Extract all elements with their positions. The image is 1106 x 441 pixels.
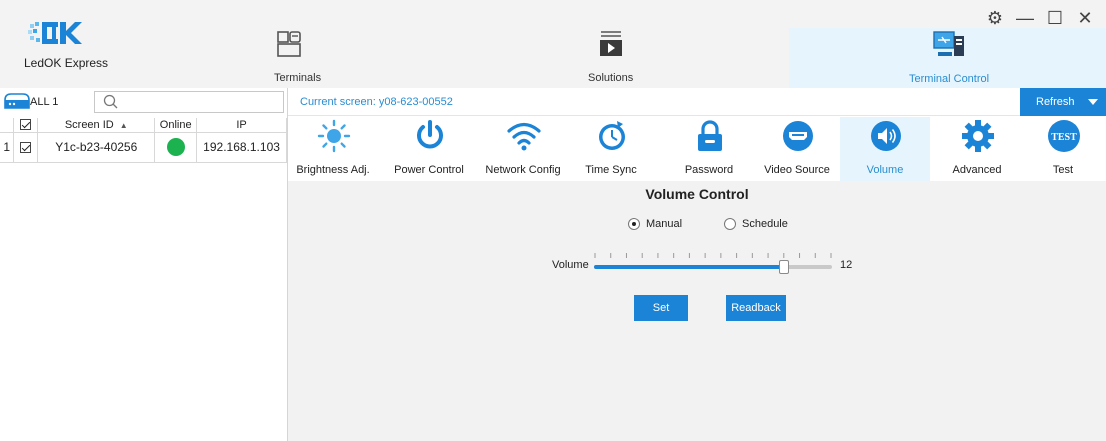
- refresh-button[interactable]: Refresh: [1020, 88, 1106, 116]
- panel-title: Volume Control: [645, 186, 749, 202]
- tab-terminal-control[interactable]: Terminal Control: [789, 28, 1106, 88]
- row-checkbox[interactable]: [13, 132, 39, 163]
- func-password-label: Password: [684, 164, 734, 176]
- table-row[interactable]: 1 Y1c-b23-40256 192.168.1.103: [0, 132, 287, 163]
- hdmi-icon: [783, 121, 813, 151]
- test-badge-text: TEST: [1051, 132, 1077, 143]
- wifi-icon: [507, 122, 541, 151]
- current-screen-bar: Current screen: y08-623-00552 Refresh: [288, 88, 1106, 116]
- search-icon: [103, 94, 118, 109]
- terminal-table: Screen ID ▲ Online IP 1 Y1c-b23-40256 192.1…: [0, 118, 287, 163]
- func-brightness[interactable]: Brightness Adj.: [288, 117, 378, 181]
- func-power-label: Power Control: [394, 164, 464, 176]
- radio-schedule-circle[interactable]: [724, 218, 736, 230]
- radio-schedule-label: Schedule: [742, 218, 788, 230]
- select-all-checkbox[interactable]: [13, 118, 39, 133]
- set-button[interactable]: Set: [634, 295, 688, 321]
- current-screen-label: Current screen: y08-623-00552: [300, 96, 453, 108]
- func-password[interactable]: Password: [664, 117, 754, 181]
- row-index: 1: [0, 132, 15, 163]
- radio-schedule[interactable]: Schedule: [724, 217, 804, 233]
- search-input[interactable]: [123, 93, 281, 111]
- sort-up-icon: ▲: [119, 120, 128, 130]
- func-time-sync-label: Time Sync: [585, 164, 637, 176]
- brightness-icon: [317, 119, 351, 153]
- row-online-status: [154, 132, 198, 163]
- search-box[interactable]: [94, 91, 284, 113]
- function-bar: Brightness Adj. Power Control Network Co…: [288, 117, 1106, 181]
- gear-icon: [962, 120, 994, 152]
- tab-terminals-label: Terminals: [274, 72, 322, 84]
- speaker-icon: [871, 121, 901, 151]
- func-test-label: Test: [1052, 164, 1074, 176]
- func-network-label: Network Config: [485, 164, 561, 176]
- radio-manual[interactable]: Manual: [628, 217, 698, 233]
- terminal-list-toolbar: ALL 1: [0, 88, 287, 116]
- solutions-icon: [600, 31, 622, 56]
- group-label: ALL 1: [30, 96, 59, 108]
- online-status-icon: [166, 138, 185, 156]
- volume-slider[interactable]: [594, 251, 832, 274]
- func-network-config[interactable]: Network Config: [478, 117, 568, 181]
- func-brightness-label: Brightness Adj.: [296, 164, 370, 176]
- volume-label: Volume: [552, 259, 589, 271]
- online-header[interactable]: Online: [154, 118, 198, 133]
- func-advanced[interactable]: Advanced: [932, 117, 1022, 181]
- refresh-label: Refresh: [1036, 96, 1075, 108]
- device-group-icon[interactable]: [2, 92, 32, 110]
- window-controls: ⚙ — ☐ ✕: [980, 8, 1100, 28]
- top-bar: LedOK Express Terminals Solutions Termin…: [0, 0, 1106, 88]
- screen-id-header[interactable]: Screen ID ▲: [37, 118, 156, 133]
- ip-header[interactable]: IP: [196, 118, 287, 133]
- volume-control-panel: Volume Control Manual Schedule Volume 12…: [288, 181, 1106, 441]
- clock-sync-icon: [599, 121, 625, 150]
- func-volume-label: Volume: [866, 164, 904, 176]
- radio-manual-label: Manual: [646, 218, 683, 230]
- tab-solutions-label: Solutions: [588, 72, 634, 84]
- func-power-control[interactable]: Power Control: [384, 117, 474, 181]
- row-ip: 192.168.1.103: [196, 132, 287, 163]
- test-badge-icon: TEST: [1048, 120, 1080, 152]
- terminal-control-icon: [933, 31, 964, 56]
- tab-terminal-control-label: Terminal Control: [909, 73, 990, 85]
- dropdown-arrow-icon[interactable]: [1088, 99, 1098, 105]
- readback-button[interactable]: Readback: [726, 295, 786, 321]
- volume-slider-fill: [594, 265, 785, 269]
- power-icon: [417, 120, 443, 149]
- func-video-source-label: Video Source: [764, 164, 830, 176]
- func-video-source[interactable]: Video Source: [752, 117, 842, 181]
- app-logo: LedOK Express: [24, 20, 108, 70]
- volume-slider-ticks: [594, 253, 832, 258]
- terminal-list-panel: ALL 1 Screen ID ▲ Online IP 1 Y1c-b23-4025…: [0, 88, 288, 441]
- row-screen-id: Y1c-b23-40256: [37, 132, 156, 163]
- volume-value: 12: [840, 259, 853, 271]
- func-time-sync[interactable]: Time Sync: [566, 117, 656, 181]
- close-icon[interactable]: ✕: [1070, 8, 1100, 28]
- terminals-icon: [277, 31, 301, 57]
- lock-icon: [698, 120, 722, 151]
- tab-solutions[interactable]: Solutions: [530, 0, 690, 88]
- maximize-icon[interactable]: ☐: [1040, 8, 1070, 28]
- minimize-icon[interactable]: —: [1010, 8, 1040, 28]
- func-test[interactable]: TEST Test: [1018, 117, 1106, 181]
- ledok-logo-icon: [28, 22, 82, 44]
- func-volume[interactable]: Volume: [840, 117, 930, 181]
- table-header-row: Screen ID ▲ Online IP: [0, 118, 287, 133]
- tab-terminals[interactable]: Terminals: [240, 0, 390, 88]
- func-advanced-label: Advanced: [952, 164, 1002, 176]
- index-header: [0, 118, 15, 133]
- app-name: LedOK Express: [24, 56, 109, 70]
- settings-icon[interactable]: ⚙: [980, 8, 1010, 28]
- radio-manual-circle[interactable]: [628, 218, 640, 230]
- volume-slider-thumb[interactable]: [779, 260, 790, 274]
